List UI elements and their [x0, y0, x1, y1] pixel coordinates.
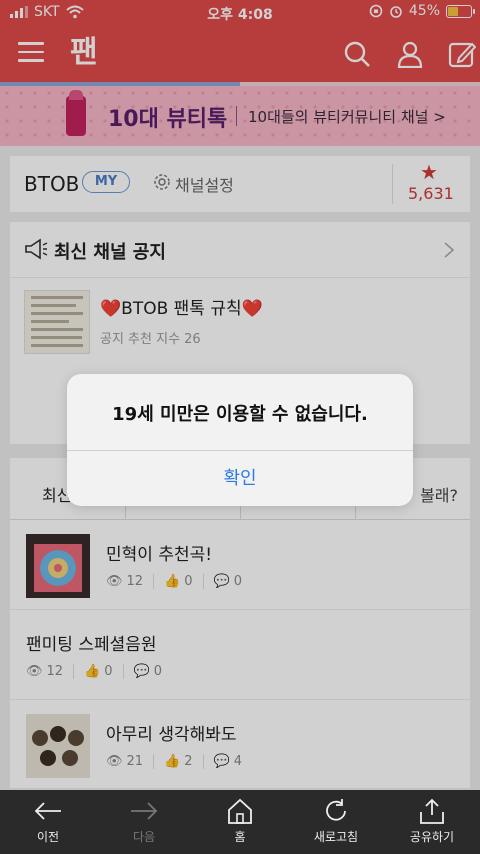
comment-count: 0	[153, 664, 162, 679]
my-badge: MY	[82, 171, 130, 193]
post-title: 민혁이 추천곡!	[106, 545, 213, 565]
share-label: 공유하기	[409, 830, 455, 844]
thumbs-up-icon: 👍	[84, 664, 101, 679]
forward-button[interactable]: 다음	[104, 798, 184, 845]
view-count: 12	[126, 574, 144, 589]
search-icon[interactable]	[343, 40, 371, 68]
menu-icon[interactable]	[18, 42, 44, 64]
tab-last[interactable]: 볼래?	[420, 482, 458, 506]
post-list: 최신 볼래? 민혁이 추천곡! 👁 12 👍 0 💬 0 팬미팅 스페셜음원 👁 12 …	[10, 458, 470, 790]
channel-settings-link[interactable]: 채널설정	[175, 172, 234, 196]
comment-count: 4	[233, 754, 242, 769]
comment-icon: 💬	[213, 574, 230, 589]
post-title: 아무리 생각해봐도	[106, 725, 237, 745]
refresh-button[interactable]: 새로고침	[296, 798, 376, 845]
refresh-label: 새로고침	[313, 830, 359, 844]
confirm-button[interactable]: 확인	[67, 451, 413, 506]
battery-icon	[446, 4, 475, 18]
banner-title: 10대 뷰티톡	[108, 107, 228, 132]
battery-percent: 45%	[408, 3, 440, 19]
thumbs-up-icon: 👍	[164, 574, 181, 589]
notice-heading: 최신 채널 공지	[54, 242, 166, 263]
arrow-left-icon	[34, 802, 61, 820]
comment-icon: 💬	[133, 664, 150, 679]
post-stats: 👁 21 👍 2 💬 4	[106, 754, 258, 769]
top-header: SKT 오후 4:08 45% 팬	[0, 0, 480, 82]
chevron-right-icon[interactable]	[442, 240, 456, 260]
list-item[interactable]: 민혁이 추천곡! 👁 12 👍 0 💬 0	[10, 520, 470, 610]
post-thumbnail	[26, 714, 90, 778]
thumbs-up-icon: 👍	[164, 754, 181, 769]
like-count: 0	[184, 574, 193, 589]
post-thumbnail	[26, 534, 90, 598]
channel-name: BTOB	[24, 172, 80, 196]
notice-post-meta: 공지 추천 지수 26	[100, 332, 201, 347]
share-icon	[420, 798, 444, 824]
list-item[interactable]: 아무리 생각해봐도 👁 21 👍 2 💬 4	[10, 700, 470, 790]
profile-icon[interactable]	[396, 40, 424, 68]
like-count: 2	[184, 754, 193, 769]
browser-toolbar: 이전 다음 홈 새로고침 공유하기	[0, 790, 480, 854]
eye-icon: 👁	[106, 754, 123, 769]
share-button[interactable]: 공유하기	[392, 798, 472, 845]
view-count: 21	[126, 754, 144, 769]
status-bar: SKT 오후 4:08 45%	[0, 0, 480, 26]
lipstick-icon	[66, 90, 86, 136]
edit-icon[interactable]	[448, 40, 476, 68]
alert-message: 19세 미만은 이용할 수 없습니다.	[112, 404, 368, 425]
megaphone-icon	[25, 238, 48, 260]
home-button[interactable]: 홈	[200, 798, 280, 845]
forward-label: 다음	[132, 830, 156, 844]
back-label: 이전	[36, 830, 60, 844]
post-stats: 👁 12 👍 0 💬 0	[26, 664, 178, 679]
notice-thumbnail[interactable]	[24, 290, 90, 354]
comment-icon: 💬	[213, 754, 230, 769]
home-icon	[228, 798, 252, 824]
arrow-right-icon	[131, 802, 158, 820]
promo-banner[interactable]: 10대 뷰티톡 10대들의 뷰티커뮤니티 채널 >	[0, 86, 480, 146]
rotation-lock-icon	[369, 4, 383, 18]
notice-post-title[interactable]: ❤️BTOB 팬톡 규칙❤️	[100, 294, 263, 319]
age-restriction-alert: 19세 미만은 이용할 수 없습니다. 확인	[67, 374, 413, 506]
view-count: 12	[46, 664, 64, 679]
alarm-icon	[390, 6, 402, 18]
star-count: 5,631	[408, 184, 454, 203]
gear-icon[interactable]	[152, 172, 172, 192]
banner-subtitle: 10대들의 뷰티커뮤니티 채널 >	[248, 108, 446, 126]
list-item[interactable]: 팬미팅 스페셜음원 👁 12 👍 0 💬 0	[10, 610, 470, 700]
eye-icon: 👁	[26, 664, 43, 679]
channel-card: BTOB MY 채널설정 ★ 5,631	[10, 156, 470, 212]
refresh-icon	[326, 799, 346, 821]
post-stats: 👁 12 👍 0 💬 0	[106, 574, 258, 589]
comment-count: 0	[233, 574, 242, 589]
app-bar: 팬	[0, 26, 480, 82]
like-count: 0	[104, 664, 113, 679]
post-title: 팬미팅 스페셜음원	[26, 635, 157, 655]
star-icon[interactable]: ★	[420, 160, 438, 184]
home-label: 홈	[234, 830, 246, 844]
notice-header[interactable]: 최신 채널 공지	[10, 222, 470, 278]
eye-icon: 👁	[106, 574, 123, 589]
app-logo[interactable]: 팬	[70, 34, 110, 72]
back-button[interactable]: 이전	[8, 798, 88, 845]
